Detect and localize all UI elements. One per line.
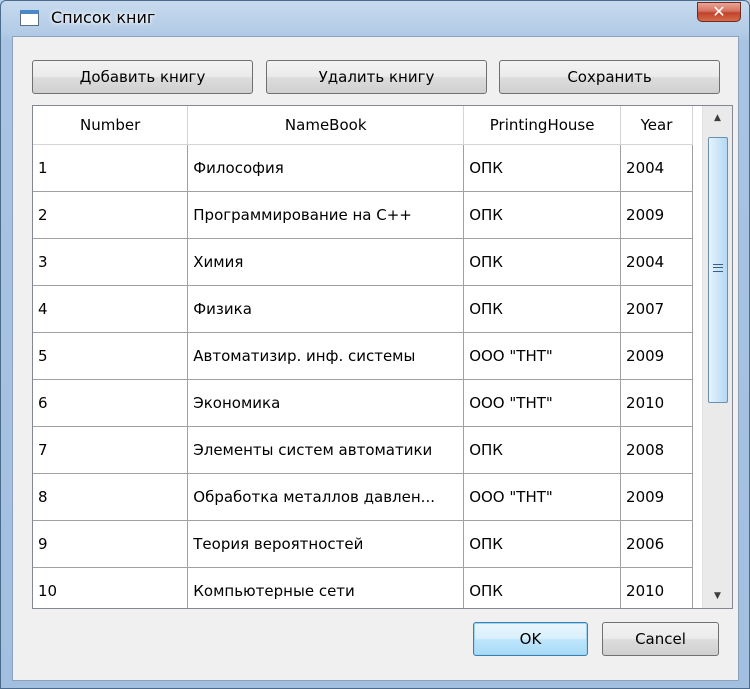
- cell-year[interactable]: 2009: [620, 332, 693, 380]
- cell-printinghouse[interactable]: ООО "ТНТ": [463, 332, 622, 380]
- book-list-window: Список книг ✕ Добавить книгу Удалить кни…: [0, 0, 750, 689]
- table-row[interactable]: 3 Химия ОПК 2004: [33, 238, 693, 286]
- cell-printinghouse[interactable]: ОПК: [463, 285, 622, 333]
- close-button[interactable]: ✕: [697, 2, 741, 22]
- books-grid[interactable]: Number NameBook PrintingHouse Year 1 Фило…: [32, 105, 733, 609]
- header-row: Number NameBook PrintingHouse Year: [33, 106, 693, 145]
- scrollbar-thumb[interactable]: [708, 137, 728, 403]
- table-row[interactable]: 7 Элементы систем автоматики ОПК 2008: [33, 426, 693, 474]
- cell-namebook[interactable]: Философия: [187, 144, 465, 192]
- cell-namebook[interactable]: Обработка металлов давлен...: [187, 473, 465, 521]
- cell-number[interactable]: 1: [33, 144, 189, 192]
- cell-year[interactable]: 2009: [620, 191, 693, 239]
- cell-printinghouse[interactable]: ООО "ТНТ": [463, 473, 622, 521]
- cell-namebook[interactable]: Компьютерные сети: [187, 567, 465, 608]
- cell-namebook[interactable]: Теория вероятностей: [187, 520, 465, 568]
- cancel-button[interactable]: Cancel: [602, 622, 719, 656]
- window-icon: [20, 10, 39, 26]
- table-row[interactable]: 9 Теория вероятностей ОПК 2006: [33, 520, 693, 568]
- cell-number[interactable]: 6: [33, 379, 189, 427]
- cell-printinghouse[interactable]: ООО "ТНТ": [463, 379, 622, 427]
- cell-year[interactable]: 2010: [620, 379, 693, 427]
- cell-number[interactable]: 10: [33, 567, 189, 608]
- column-header-namebook[interactable]: NameBook: [187, 106, 465, 145]
- cell-year[interactable]: 2010: [620, 567, 693, 608]
- vertical-scrollbar[interactable]: ▲ ▼: [702, 106, 732, 608]
- cell-number[interactable]: 2: [33, 191, 189, 239]
- cell-year[interactable]: 2006: [620, 520, 693, 568]
- cell-namebook[interactable]: Экономика: [187, 379, 465, 427]
- ok-button[interactable]: OK: [473, 622, 588, 656]
- cell-year[interactable]: 2004: [620, 144, 693, 192]
- table-row[interactable]: 6 Экономика ООО "ТНТ" 2010: [33, 379, 693, 427]
- cell-number[interactable]: 7: [33, 426, 189, 474]
- cell-number[interactable]: 3: [33, 238, 189, 286]
- table-row[interactable]: 5 Автоматизир. инф. системы ООО "ТНТ" 2009: [33, 332, 693, 380]
- scroll-up-icon[interactable]: ▲: [707, 110, 728, 127]
- column-header-number[interactable]: Number: [33, 106, 189, 145]
- grip-icon: [713, 264, 723, 272]
- window-title: Список книг: [51, 8, 156, 27]
- cell-year[interactable]: 2008: [620, 426, 693, 474]
- column-header-year[interactable]: Year: [620, 106, 693, 145]
- cell-printinghouse[interactable]: ОПК: [463, 238, 622, 286]
- delete-book-button[interactable]: Удалить книгу: [266, 60, 487, 94]
- table-row[interactable]: 8 Обработка металлов давлен... ООО "ТНТ" 20…: [33, 473, 693, 521]
- table-row[interactable]: 10 Компьютерные сети ОПК 2010: [33, 567, 693, 608]
- cell-number[interactable]: 4: [33, 285, 189, 333]
- cell-number[interactable]: 8: [33, 473, 189, 521]
- scroll-down-icon[interactable]: ▼: [707, 588, 728, 605]
- cell-year[interactable]: 2009: [620, 473, 693, 521]
- cell-namebook[interactable]: Программирование на С++: [187, 191, 465, 239]
- cell-number[interactable]: 9: [33, 520, 189, 568]
- save-button[interactable]: Сохранить: [499, 60, 720, 94]
- cell-namebook[interactable]: Химия: [187, 238, 465, 286]
- dialog-client-area: Добавить книгу Удалить книгу Сохранить N…: [12, 36, 739, 681]
- table-row[interactable]: 2 Программирование на С++ ОПК 2009: [33, 191, 693, 239]
- cell-number[interactable]: 5: [33, 332, 189, 380]
- cell-printinghouse[interactable]: ОПК: [463, 191, 622, 239]
- cell-printinghouse[interactable]: ОПК: [463, 426, 622, 474]
- title-bar[interactable]: Список книг ✕: [1, 1, 749, 35]
- books-table: Number NameBook PrintingHouse Year 1 Фило…: [33, 106, 693, 608]
- cell-year[interactable]: 2007: [620, 285, 693, 333]
- cell-namebook[interactable]: Автоматизир. инф. системы: [187, 332, 465, 380]
- add-book-button[interactable]: Добавить книгу: [32, 60, 253, 94]
- cell-printinghouse[interactable]: ОПК: [463, 567, 622, 608]
- table-row[interactable]: 1 Философия ОПК 2004: [33, 144, 693, 192]
- cell-namebook[interactable]: Физика: [187, 285, 465, 333]
- column-header-printinghouse[interactable]: PrintingHouse: [463, 106, 622, 145]
- table-row[interactable]: 4 Физика ОПК 2007: [33, 285, 693, 333]
- close-icon: ✕: [712, 2, 726, 21]
- cell-namebook[interactable]: Элементы систем автоматики: [187, 426, 465, 474]
- cell-printinghouse[interactable]: ОПК: [463, 520, 622, 568]
- cell-year[interactable]: 2004: [620, 238, 693, 286]
- cell-printinghouse[interactable]: ОПК: [463, 144, 622, 192]
